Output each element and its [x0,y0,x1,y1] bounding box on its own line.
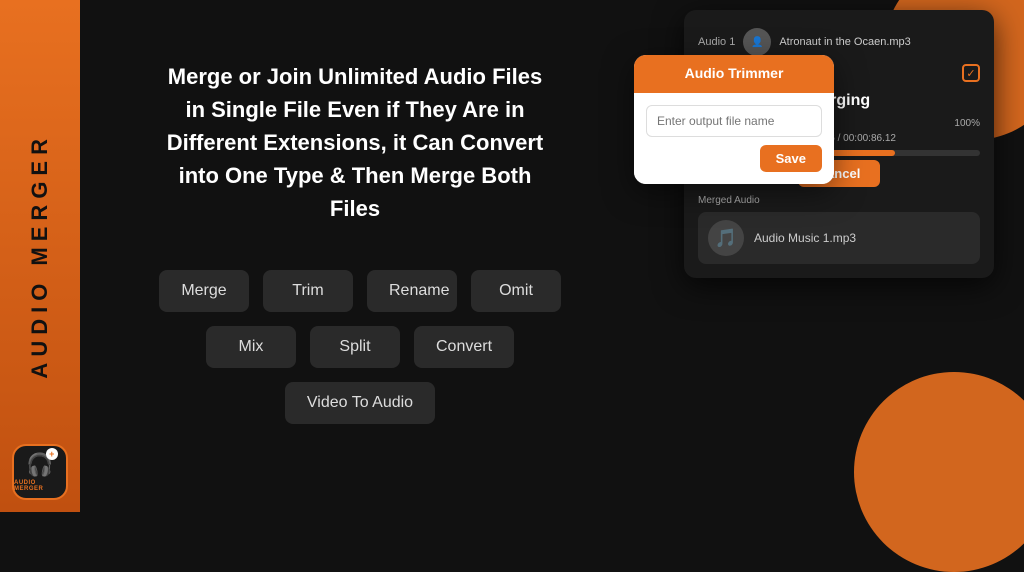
app-icon-label: AUDIO MERGER [14,480,66,492]
avatar-icon: 👤 [751,37,763,48]
music-icon: 🎵 [708,220,744,256]
dialog-title: Audio Trimmer [685,65,784,81]
audio-1-filename: Atronaut in the Ocaen.mp3 [779,36,910,48]
merged-file-name: Audio Music 1.mp3 [754,231,856,245]
video-to-audio-button[interactable]: Video To Audio [285,382,435,424]
split-button[interactable]: Split [310,326,400,368]
audio-trimmer-dialog: Audio Trimmer Save [634,55,834,184]
headline: Merge or Join Unlimited Audio Files in S… [160,60,550,225]
app-icon-inner: 🎧 + [26,452,53,478]
check-badge: ✓ [962,64,980,82]
mix-button[interactable]: Mix [206,326,296,368]
convert-button[interactable]: Convert [414,326,514,368]
file-item-1-left: Audio 1 👤 Atronaut in the Ocaen.mp3 [698,28,911,56]
omit-button[interactable]: Omit [471,270,561,312]
dialog-body: Save [634,93,834,184]
plus-badge: + [46,448,58,460]
main-content: Merge or Join Unlimited Audio Files in S… [80,0,1024,512]
audio-1-label: Audio 1 [698,36,735,48]
output-filename-input[interactable] [646,105,822,137]
merge-button[interactable]: Merge [159,270,249,312]
button-row-1: Merge Trim Rename Omit [180,270,540,312]
save-button[interactable]: Save [760,145,822,172]
sidebar: AUDIO MERGER 🎧 + AUDIO MERGER [0,0,80,512]
feature-buttons: Merge Trim Rename Omit Mix Split Convert… [180,270,540,438]
merged-file-item: 🎵 Audio Music 1.mp3 [698,212,980,264]
dialog-header: Audio Trimmer [634,55,834,93]
sidebar-title: AUDIO MERGER [27,133,53,379]
mockup-area: Audio Trimmer Save Audio 1 👤 Atronaut in… [604,0,1024,512]
rename-button[interactable]: Rename [367,270,457,312]
audio-1-avatar: 👤 [743,28,771,56]
progress-end-label: 100% [954,118,980,129]
button-row-2: Mix Split Convert [180,326,540,368]
left-text-area: Merge or Join Unlimited Audio Files in S… [160,60,550,225]
merged-audio-section: Merged Audio 🎵 Audio Music 1.mp3 [698,195,980,264]
trim-button[interactable]: Trim [263,270,353,312]
app-icon: 🎧 + AUDIO MERGER [12,444,68,500]
merged-audio-label: Merged Audio [698,195,980,206]
button-row-3: Video To Audio [180,382,540,424]
